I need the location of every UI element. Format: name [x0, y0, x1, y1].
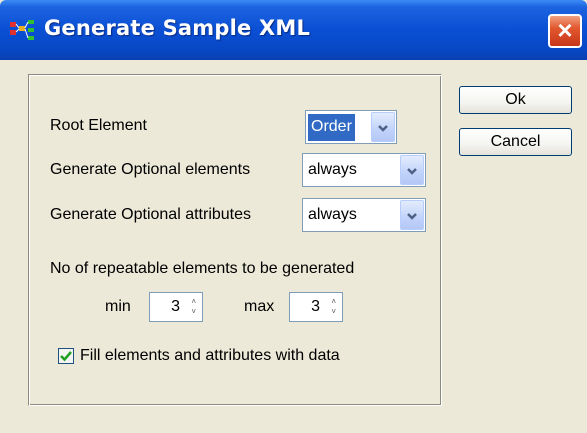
- chevron-down-icon[interactable]: [400, 155, 424, 185]
- fill-data-label[interactable]: Fill elements and attributes with data: [80, 347, 340, 365]
- min-value: 3: [171, 298, 180, 315]
- spinner-down-icon[interactable]: ˅: [191, 308, 196, 316]
- chevron-down-icon[interactable]: [400, 200, 424, 230]
- min-spinner[interactable]: 3 ˄ ˅: [149, 292, 203, 322]
- generate-sample-xml-dialog: Generate Sample XML × Root Element Order…: [0, 0, 587, 433]
- optional-attributes-value: always: [308, 206, 357, 223]
- spinner-up-icon[interactable]: ˄: [331, 298, 336, 306]
- title-bar[interactable]: Generate Sample XML ×: [0, 0, 587, 60]
- spinner-down-icon[interactable]: ˅: [331, 308, 336, 316]
- fill-data-checkbox[interactable]: [58, 348, 74, 364]
- ok-button[interactable]: Ok: [459, 86, 572, 114]
- optional-attributes-dropdown[interactable]: always: [302, 198, 426, 232]
- repeatable-elements-label: No of repeatable elements to be generate…: [50, 260, 355, 277]
- chevron-down-icon[interactable]: [371, 112, 395, 142]
- optional-elements-dropdown[interactable]: always: [302, 153, 426, 187]
- root-element-label: Root Element: [50, 117, 147, 134]
- max-label: max: [244, 298, 275, 315]
- max-spinner[interactable]: 3 ˄ ˅: [289, 292, 343, 322]
- cancel-button[interactable]: Cancel: [459, 128, 572, 156]
- spinner-up-icon[interactable]: ˄: [191, 298, 196, 306]
- optional-elements-label: Generate Optional elements: [50, 161, 251, 178]
- max-value: 3: [311, 298, 320, 315]
- xml-schema-icon: [10, 20, 36, 42]
- checkmark-icon: [60, 351, 72, 362]
- root-element-dropdown[interactable]: Order: [305, 110, 397, 144]
- close-button[interactable]: ×: [548, 14, 582, 48]
- root-element-value: Order: [308, 114, 355, 141]
- dialog-title: Generate Sample XML: [44, 16, 311, 40]
- optional-attributes-label: Generate Optional attributes: [50, 206, 252, 223]
- optional-elements-value: always: [308, 161, 357, 178]
- min-label: min: [105, 298, 131, 315]
